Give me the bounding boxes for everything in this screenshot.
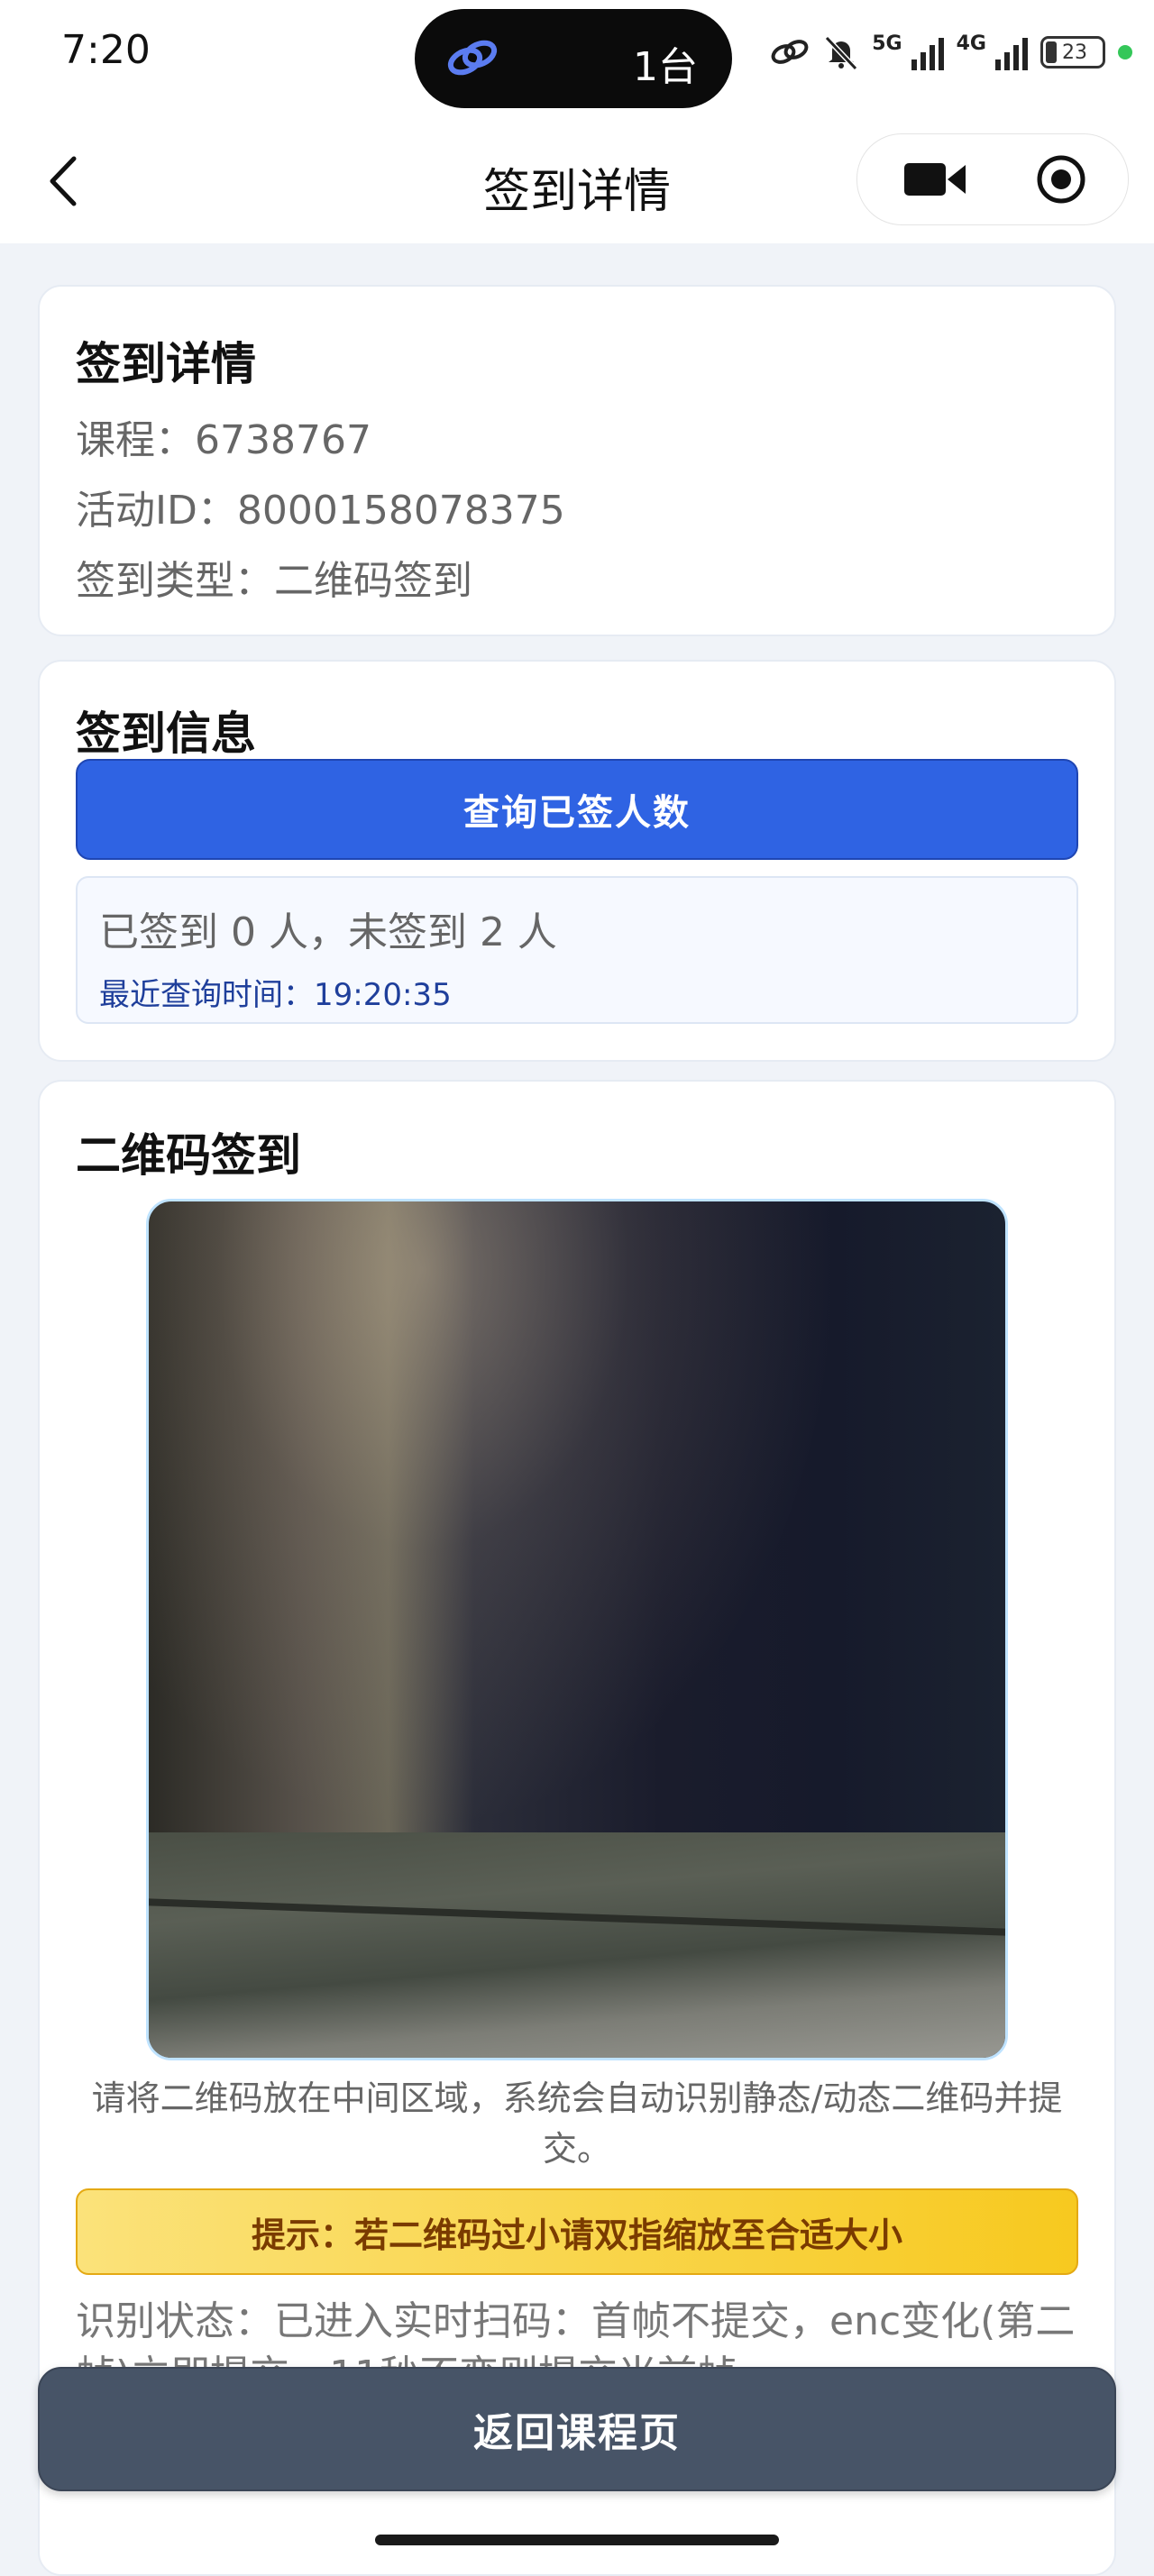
scan-hint-text: 请将二维码放在中间区域，系统会自动识别静态/动态二维码并提交。 <box>91 2078 1063 2169</box>
camera-frame-edge <box>149 1832 1005 2058</box>
result-box: 已签到 0 人，未签到 2 人 最近查询时间：19:20:35 <box>76 876 1078 1024</box>
signin-info-card: 签到信息 查询已签人数 已签到 0 人，未签到 2 人 最近查询时间：19:20… <box>38 660 1116 1062</box>
course-info: 课程：6738767 <box>76 417 371 463</box>
net-5g-label: 5G <box>872 32 902 55</box>
battery-level: 23 <box>1062 41 1087 64</box>
signin-info-title: 签到信息 <box>76 708 256 760</box>
status-icons: 5G 4G 23 <box>769 25 1132 79</box>
camera-scan-view[interactable] <box>146 1199 1008 2060</box>
video-camera-icon[interactable] <box>902 160 967 199</box>
net-4g-label: 4G <box>956 32 986 55</box>
signal-icon <box>911 34 944 70</box>
battery-fill <box>1046 41 1057 63</box>
home-indicator[interactable] <box>375 2535 779 2545</box>
navbar: 签到详情 <box>0 117 1154 243</box>
return-to-course-button[interactable]: 返回课程页 <box>38 2367 1116 2491</box>
link-icon <box>447 40 498 76</box>
signin-result-text: 已签到 0 人，未签到 2 人 <box>99 909 557 955</box>
dynamic-island: 1台 <box>415 9 732 108</box>
qr-signin-card: 二维码签到 请将二维码放在中间区域，系统会自动识别静态/动态二维码并提交。 提示… <box>38 1080 1116 2576</box>
link-icon <box>771 40 809 64</box>
details-card: 签到详情 课程：6738767 活动ID：8000158078375 签到类型：… <box>38 285 1116 636</box>
signal-icon <box>995 34 1028 70</box>
status-bar: 7:20 1台 5G 4G 23 <box>0 0 1154 117</box>
miniprogram-capsule <box>856 133 1129 225</box>
query-signed-count-button[interactable]: 查询已签人数 <box>76 759 1078 860</box>
qr-signin-title: 二维码签到 <box>76 1129 301 1182</box>
sign-type-info: 签到类型：二维码签到 <box>76 558 472 604</box>
battery-icon: 23 <box>1040 36 1105 69</box>
island-label: 1台 <box>633 44 698 90</box>
last-query-time: 最近查询时间：19:20:35 <box>99 977 452 1013</box>
details-card-title: 签到详情 <box>76 338 256 390</box>
zoom-tip-banner: 提示：若二维码过小请双指缩放至合适大小 <box>76 2188 1078 2275</box>
activity-id-info: 活动ID：8000158078375 <box>76 488 565 534</box>
bell-muted-icon <box>825 35 858 70</box>
status-time: 7:20 <box>61 27 151 73</box>
privacy-indicator <box>1118 45 1132 59</box>
close-target-icon[interactable] <box>1034 152 1088 206</box>
